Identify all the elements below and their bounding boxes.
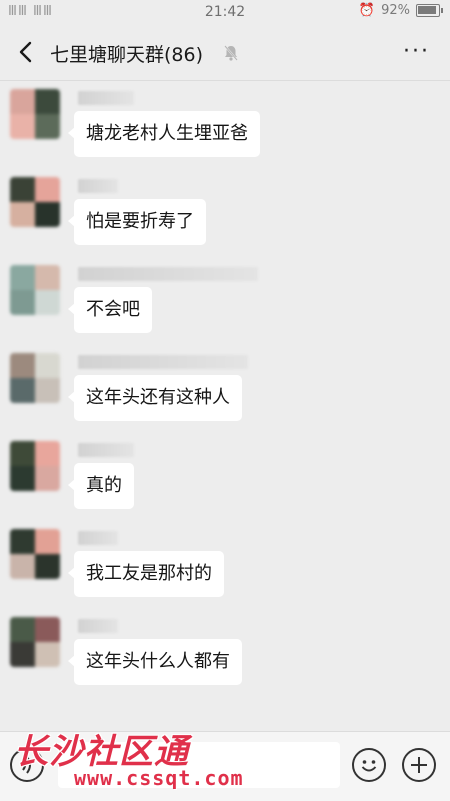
message-bubble[interactable]: 真的 (68, 463, 134, 509)
message-bubble[interactable]: 塘龙老村人生埋亚爸 (68, 111, 260, 157)
message-bubble[interactable]: 这年头什么人都有 (68, 639, 242, 685)
sender-name-redacted (78, 267, 258, 281)
avatar[interactable] (10, 177, 60, 227)
status-bar: ⅢⅢ ⅢⅢ 21:42 ⏰ 92% (0, 0, 450, 24)
message-bubble[interactable]: 我工友是那村的 (68, 551, 224, 597)
message-row: 真的 (0, 433, 450, 521)
message-row: 这年头还有这种人 (0, 345, 450, 433)
avatar[interactable] (10, 441, 60, 491)
status-right: ⏰ 92% (358, 3, 443, 18)
sender-name-redacted (78, 531, 118, 545)
message-row: 我工友是那村的 (0, 521, 450, 609)
sender-name-redacted (78, 91, 134, 105)
battery-icon (416, 4, 443, 17)
message-bubble[interactable]: 不会吧 (68, 287, 152, 333)
bell-off-icon (224, 45, 238, 61)
chat-title: 七里塘聊天群(86) (50, 44, 204, 66)
sender-name-redacted (78, 443, 134, 457)
sender-name-redacted (78, 179, 118, 193)
back-chevron-icon[interactable] (12, 38, 40, 66)
battery-percent: 92% (381, 3, 410, 18)
message-bubble[interactable]: 这年头还有这种人 (68, 375, 242, 421)
alarm-icon: ⏰ (358, 3, 376, 18)
avatar[interactable] (10, 353, 60, 403)
avatar[interactable] (10, 89, 60, 139)
avatar[interactable] (10, 617, 60, 667)
watermark-url: www.cssqt.com (74, 766, 244, 790)
more-options-button[interactable]: ··· (403, 39, 430, 64)
avatar[interactable] (10, 529, 60, 579)
avatar[interactable] (10, 265, 60, 315)
message-list[interactable]: 塘龙老村人生埋亚爸 怕是要折寿了 不会吧这年头还有这种人 真的我工友是那村的 这年头什么… (0, 81, 450, 731)
sender-name-redacted (78, 619, 118, 633)
emoji-icon[interactable] (352, 748, 386, 782)
message-row: 这年头什么人都有 (0, 609, 450, 697)
sender-name-redacted (78, 355, 248, 369)
message-row: 不会吧 (0, 257, 450, 345)
watermark: 长沙社区通 www.cssqt.com (12, 724, 252, 800)
message-bubble[interactable]: 怕是要折寿了 (68, 199, 206, 245)
message-row: 塘龙老村人生埋亚爸 (0, 81, 450, 169)
message-row: 怕是要折寿了 (0, 169, 450, 257)
plus-icon[interactable] (402, 748, 436, 782)
chat-header: 七里塘聊天群(86) ··· (0, 24, 450, 81)
